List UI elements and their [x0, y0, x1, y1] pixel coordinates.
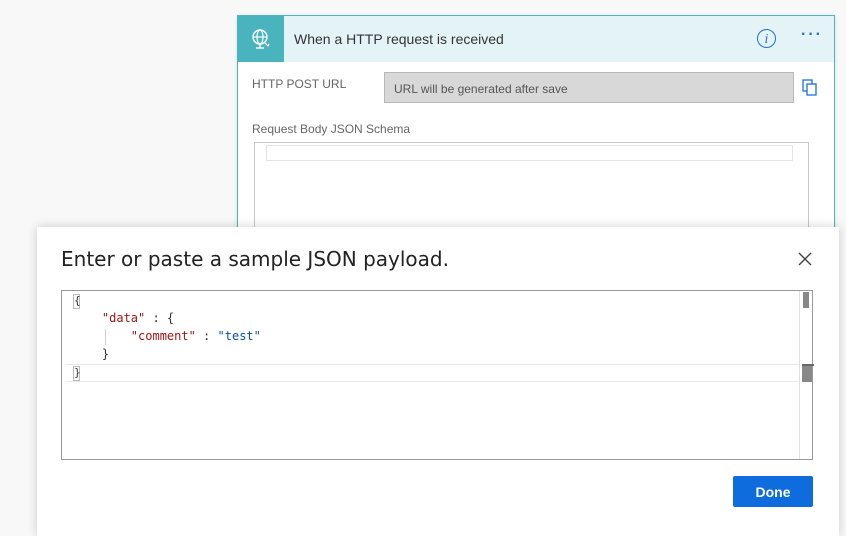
code-line-2: "data" : { — [73, 311, 175, 325]
scrollbar-marker — [803, 292, 809, 308]
editor-scrollbar[interactable] — [799, 291, 814, 459]
code-line-1: { — [73, 294, 81, 309]
close-icon[interactable] — [797, 251, 813, 267]
current-line-highlight — [66, 364, 800, 382]
code-line-5: } — [73, 366, 81, 381]
trigger-title: When a HTTP request is received — [294, 31, 504, 47]
sample-payload-dialog: Enter or paste a sample JSON payload. { … — [37, 227, 839, 536]
scrollbar-marker — [802, 366, 812, 382]
dialog-title: Enter or paste a sample JSON payload. — [61, 247, 449, 271]
http-post-url-label: HTTP POST URL — [252, 77, 347, 91]
info-icon[interactable]: i — [757, 29, 776, 48]
code-line-3: "comment" : "test" — [73, 329, 261, 343]
copy-icon[interactable] — [802, 79, 818, 102]
http-post-url-field: URL will be generated after save — [384, 72, 794, 103]
globe-request-icon — [238, 16, 284, 62]
schema-editor-line — [266, 145, 793, 161]
card-header[interactable]: When a HTTP request is received i ··· — [238, 16, 834, 62]
code-line-4: } — [73, 347, 110, 361]
schema-label: Request Body JSON Schema — [252, 122, 411, 136]
more-options-icon[interactable]: ··· — [801, 26, 823, 44]
done-button[interactable]: Done — [733, 476, 813, 507]
json-payload-editor[interactable]: { "data" : { "comment" : "test" } } — [61, 290, 814, 460]
